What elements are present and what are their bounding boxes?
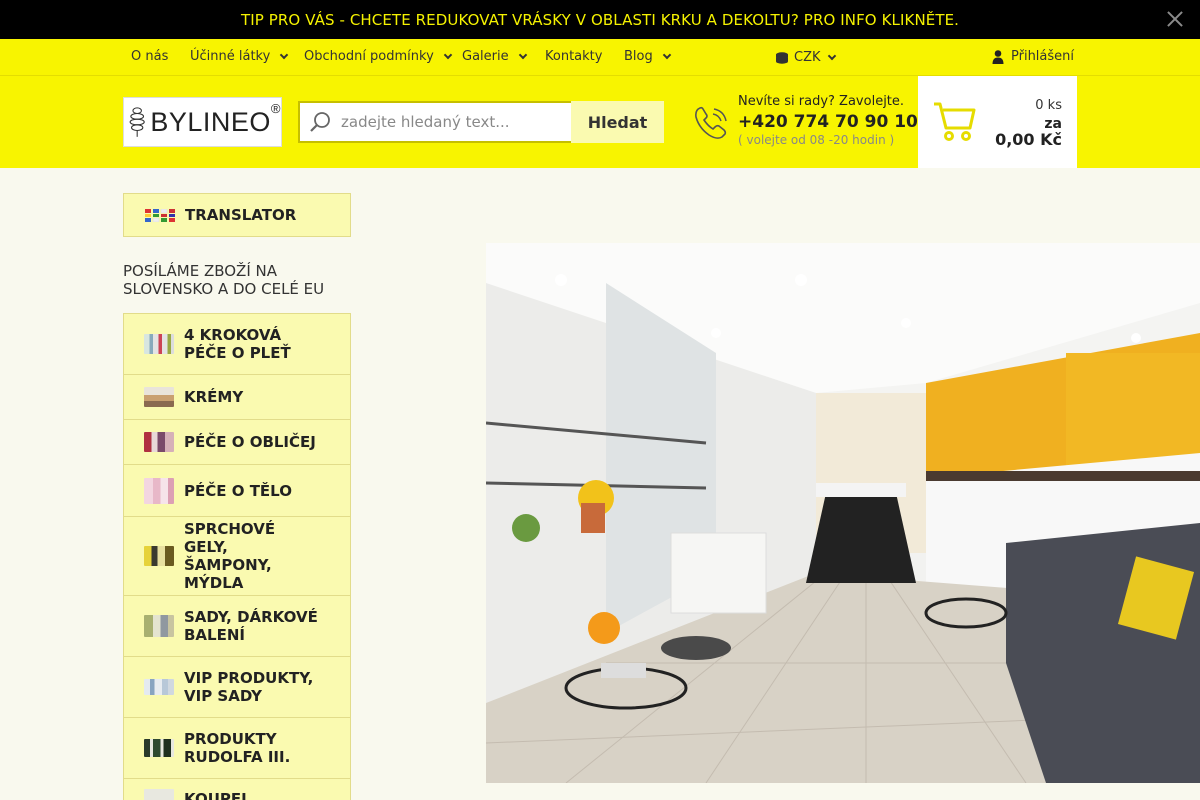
category-label: KOUPEL <box>184 790 251 800</box>
help-contact: Nevíte si rady? Zavolejte. +420 774 70 9… <box>738 94 918 147</box>
category-label: PÉČE O TĚLO <box>184 481 292 500</box>
category-item[interactable]: PÉČE O OBLIČEJ <box>124 420 350 465</box>
nav-ingredients-label: Účinné látky <box>190 49 271 64</box>
chevron-down-icon <box>518 50 527 59</box>
translator-label: TRANSLATOR <box>185 206 297 224</box>
category-item[interactable]: 4 KROKOVÁ PÉČE O PLEŤ <box>124 314 350 375</box>
call-hours: ( volejte od 08 -20 hodin ) <box>738 133 895 147</box>
category-label: 4 KROKOVÁ PÉČE O PLEŤ <box>184 326 291 362</box>
close-icon[interactable] <box>1166 10 1184 28</box>
category-thumbnail <box>144 615 174 637</box>
cart-total: 0,00 Kč <box>995 130 1062 149</box>
currency-label: CZK <box>794 50 821 65</box>
category-thumbnail <box>144 546 174 566</box>
site-header: BYLINEO® Hledat Nevíte si rady? Zavolejt… <box>0 76 1200 168</box>
promo-bar[interactable]: TIP PRO VÁS - CHCETE REDUKOVAT VRÁSKY V … <box>0 0 1200 39</box>
cart-icon <box>934 102 976 141</box>
user-icon <box>992 49 1004 64</box>
search-button[interactable]: Hledat <box>571 101 664 143</box>
category-label: PRODUKTY RUDOLFA III. <box>184 730 291 766</box>
category-item[interactable]: PÉČE O TĚLO <box>124 465 350 517</box>
category-thumbnail <box>144 432 174 452</box>
login-label: Přihlášení <box>1011 49 1075 64</box>
currency-select[interactable]: CZK <box>775 50 836 65</box>
shipping-note: POSÍLÁME ZBOŽÍ NA SLOVENSKO A DO CELÉ EU <box>123 262 325 298</box>
translator-button[interactable]: TRANSLATOR <box>123 193 351 237</box>
nav-about-label: O nás <box>131 49 169 64</box>
category-label: KRÉMY <box>184 388 244 406</box>
category-item[interactable]: SADY, DÁRKOVÉ BALENÍ <box>124 596 350 657</box>
chevron-down-icon <box>662 50 671 59</box>
category-item[interactable]: KRÉMY <box>124 375 350 420</box>
coins-icon <box>776 51 788 64</box>
nav-about[interactable]: O nás <box>131 49 168 64</box>
chevron-down-icon <box>280 50 289 59</box>
category-thumbnail <box>144 679 174 695</box>
category-thumbnail <box>144 387 174 407</box>
logo-text: BYLINEO® <box>150 100 281 137</box>
category-thumbnail <box>144 739 174 757</box>
nav-gallery[interactable]: Galerie <box>462 49 527 64</box>
nav-gallery-label: Galerie <box>462 49 509 64</box>
category-thumbnail <box>144 334 174 354</box>
category-thumbnail <box>144 789 174 800</box>
chevron-down-icon <box>443 50 453 59</box>
cart-widget[interactable]: 0 ks za 0,00 Kč <box>918 76 1077 168</box>
category-item[interactable]: PRODUKTY RUDOLFA III. <box>124 718 350 779</box>
cart-count: 0 ks <box>1035 98 1062 113</box>
category-label: SPRCHOVÉ GELY, ŠAMPONY, MÝDLA <box>184 520 276 592</box>
help-line: Nevíte si rady? Zavolejte. <box>738 94 905 109</box>
category-thumbnail <box>144 477 174 504</box>
category-item[interactable]: VIP PRODUKTY, VIP SADY <box>124 657 350 718</box>
nav-terms-label: Obchodní podmínky <box>304 49 434 64</box>
login-link[interactable]: Přihlášení <box>992 49 1074 64</box>
search-icon <box>310 112 330 132</box>
chevron-down-icon <box>827 51 836 60</box>
search-input[interactable] <box>341 113 561 131</box>
site-logo[interactable]: BYLINEO® <box>123 97 282 147</box>
nav-ingredients[interactable]: Účinné látky <box>190 49 289 64</box>
shop-interior-photo <box>486 243 1200 783</box>
promo-text[interactable]: TIP PRO VÁS - CHCETE REDUKOVAT VRÁSKY V … <box>241 11 959 29</box>
nav-contacts[interactable]: Kontakty <box>545 49 602 64</box>
nav-blog-label: Blog <box>624 49 653 64</box>
nav-blog[interactable]: Blog <box>624 49 671 64</box>
category-item[interactable]: SPRCHOVÉ GELY, ŠAMPONY, MÝDLA <box>124 517 350 596</box>
bee-logo-icon <box>129 107 145 137</box>
phone-number[interactable]: +420 774 70 90 10 <box>738 112 918 132</box>
nav-contacts-label: Kontakty <box>545 49 603 64</box>
nav-terms[interactable]: Obchodní podmínky <box>304 49 453 64</box>
category-label: PÉČE O OBLIČEJ <box>184 433 316 451</box>
hero-image <box>486 243 1200 783</box>
category-label: VIP PRODUKTY, VIP SADY <box>184 669 314 705</box>
category-menu: 4 KROKOVÁ PÉČE O PLEŤ KRÉMY PÉČE O OBLIČ… <box>123 313 351 800</box>
flags-icon <box>145 208 175 222</box>
search-box[interactable] <box>298 101 573 143</box>
category-label: SADY, DÁRKOVÉ BALENÍ <box>184 608 318 644</box>
phone-icon <box>695 106 727 139</box>
top-navigation: O nás Účinné látky Obchodní podmínky Gal… <box>0 39 1200 76</box>
category-item[interactable]: KOUPEL <box>124 779 350 800</box>
